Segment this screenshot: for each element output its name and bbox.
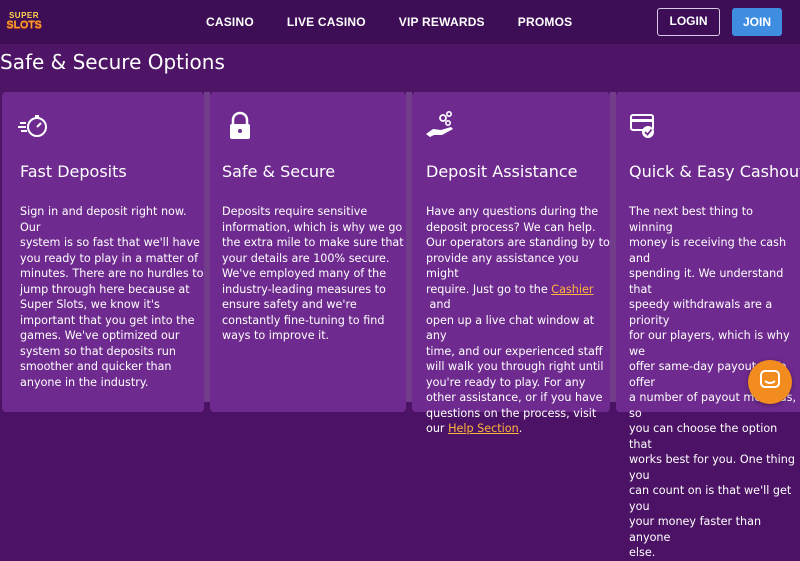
- card-body-line: provide any assistance you might: [426, 251, 579, 281]
- card-body-line: our Help Section.: [426, 421, 610, 437]
- card-body-line: else.: [629, 546, 656, 559]
- card-body-line: questions on the process, visit: [426, 406, 597, 420]
- card-body-line: money is receiving the cash and: [629, 236, 787, 265]
- top-navigation-bar: SUPER SLOTS CASINO LIVE CASINO VIP REWAR…: [0, 0, 800, 44]
- card-cashout-icon: [628, 110, 660, 142]
- card-title: Deposit Assistance: [426, 162, 578, 181]
- login-button[interactable]: LOGIN: [657, 8, 720, 36]
- card-body-line: the extra mile to make sure that: [222, 236, 404, 249]
- main-nav: CASINO LIVE CASINO VIP REWARDS PROMOS: [206, 0, 572, 44]
- card-fast-deposits: Fast Deposits Sign in and deposit right …: [2, 92, 204, 412]
- card-body-line: Super Slots, we know it's: [20, 298, 160, 311]
- card-body-line: can count on is that we'll get you: [629, 484, 792, 513]
- card-body-line: minutes. There are no hurdles to: [20, 267, 204, 280]
- section-title: Safe & Secure Options: [0, 50, 225, 74]
- card-body-line: you're ready to play. For any: [426, 375, 586, 389]
- card-deposit-assistance: Deposit Assistance Have any questions du…: [412, 92, 610, 435]
- card-body-line: other assistance, or if you have: [426, 391, 603, 404]
- card-body-line: constantly fine-tuning to find: [222, 313, 385, 327]
- card-body-line: open up a live chat window at any: [426, 313, 595, 343]
- card-body-line: smoother and quicker than: [20, 360, 172, 373]
- card-body-line: deposit process? We can help.: [426, 220, 596, 234]
- text-fragment: and: [426, 298, 451, 311]
- padlock-icon: [224, 110, 256, 142]
- join-button[interactable]: JOIN: [732, 8, 782, 36]
- card-safe-secure: Safe & Secure Deposits require sensitive…: [210, 92, 406, 412]
- card-body-line: games. We've optimized our: [20, 329, 180, 342]
- card-body-line: Our operators are standing by to: [426, 236, 610, 249]
- card-body: Have any questions during the deposit pr…: [426, 204, 610, 437]
- card-body-line: industry-leading measures to: [222, 282, 386, 296]
- card-body-line: speedy withdrawals are a priority: [629, 298, 773, 327]
- card-body-line: you ready to play in a matter of: [20, 251, 199, 265]
- card-body-line: We've employed many of the: [222, 267, 387, 280]
- live-chat-button[interactable]: [748, 360, 792, 404]
- card-body-line: spending it. We understand that: [629, 267, 784, 296]
- card-body-line: ensure safety and we're: [222, 298, 357, 311]
- card-body-line: Deposits require sensitive: [222, 205, 368, 218]
- hand-coins-icon: [424, 110, 456, 142]
- text-fragment: .: [518, 422, 523, 435]
- card-body: Deposits require sensitive information, …: [222, 204, 404, 344]
- help-section-link[interactable]: Help Section: [448, 422, 519, 435]
- card-body-line: ways to improve it.: [222, 329, 330, 342]
- card-title: Quick & Easy Cashouts: [629, 162, 800, 181]
- text-fragment: our: [426, 422, 449, 435]
- card-body-line: Sign in and deposit right now. Our: [20, 205, 187, 234]
- super-slots-logo[interactable]: SUPER SLOTS: [6, 6, 42, 36]
- nav-promos[interactable]: PROMOS: [518, 15, 573, 29]
- card-body-line: The next best thing to winning: [629, 205, 754, 234]
- card-body-line: your money faster than anyone: [629, 515, 762, 544]
- card-body-line: Have any questions during the: [426, 205, 599, 218]
- text-fragment: require. Just go to the: [426, 282, 552, 296]
- card-body-line: you can choose the option that: [629, 422, 778, 451]
- card-body-line: time, and our experienced staff: [426, 344, 603, 358]
- card-body-line: will walk you through right until: [426, 360, 604, 373]
- chat-bubble-icon: [759, 369, 781, 396]
- card-body-line: system so that deposits run: [20, 344, 176, 358]
- stopwatch-speed-icon: [18, 110, 50, 142]
- logo-line-2: SLOTS: [6, 18, 42, 31]
- card-title: Safe & Secure: [222, 162, 336, 181]
- card-body: Sign in and deposit right now. Our syste…: [20, 204, 204, 390]
- card-body-line: jump through here because at: [20, 282, 190, 296]
- card-title: Fast Deposits: [20, 162, 127, 181]
- card-body-line: for our players, which is why we: [629, 329, 790, 358]
- nav-casino[interactable]: CASINO: [206, 15, 254, 29]
- card-body-line: require. Just go to the Cashier and: [426, 282, 610, 313]
- card-body-line: system is so fast that we'll have: [20, 236, 200, 249]
- card-body-line: works best for you. One thing you: [629, 453, 795, 482]
- card-body-line: information, which is why we go: [222, 220, 403, 234]
- card-body-line: important that you get into the: [20, 313, 195, 327]
- card-body-line: your details are 100% secure.: [222, 251, 390, 265]
- nav-live-casino[interactable]: LIVE CASINO: [287, 15, 366, 29]
- nav-vip-rewards[interactable]: VIP REWARDS: [399, 15, 485, 29]
- cashier-link[interactable]: Cashier: [551, 283, 593, 296]
- card-body-line: anyone in the industry.: [20, 375, 149, 389]
